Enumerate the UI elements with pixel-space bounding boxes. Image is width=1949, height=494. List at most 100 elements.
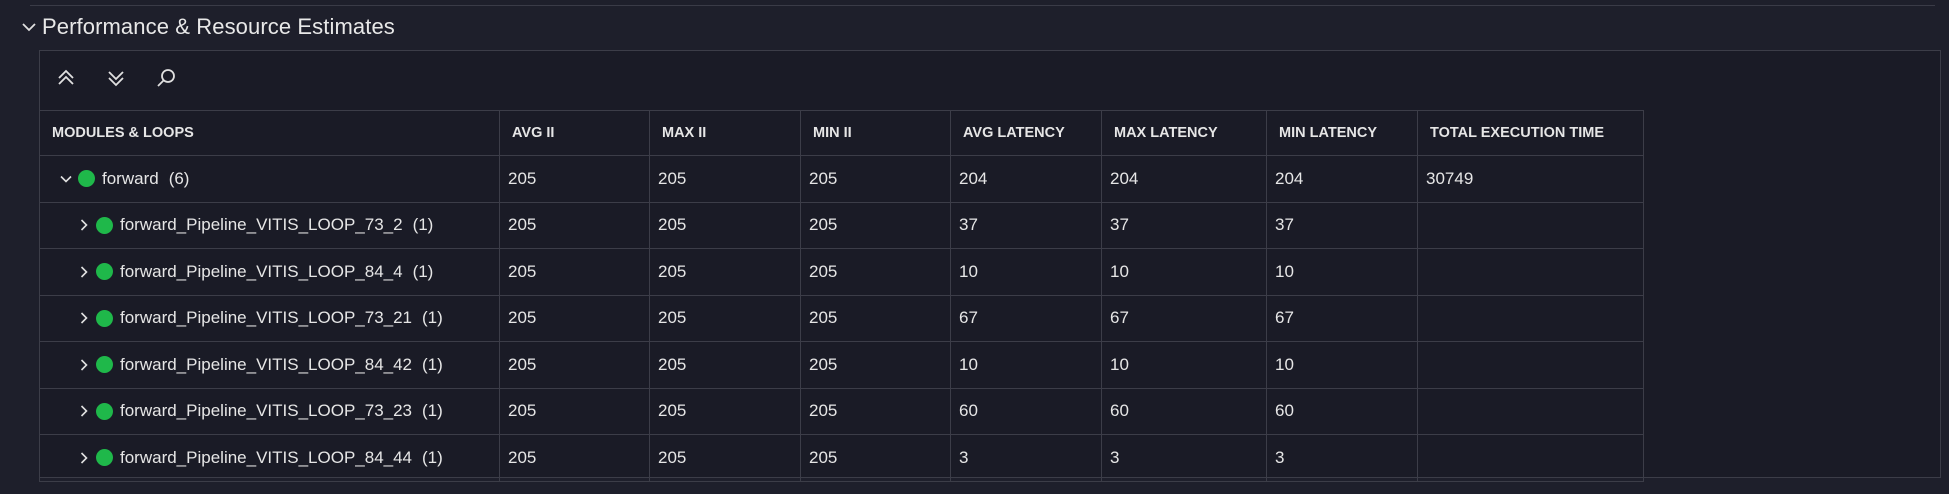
cell-avg-latency: 10 — [950, 341, 1102, 389]
table-row[interactable]: forward_Pipeline_VITIS_LOOP_84_42 (1) 20… — [39, 341, 1644, 389]
row-count: (1) — [422, 354, 443, 374]
column-header-max-ii[interactable]: MAX II — [649, 110, 801, 156]
row-count: (1) — [422, 401, 443, 421]
cell-avg-latency: 60 — [950, 387, 1102, 435]
table-row[interactable]: forward_Pipeline_VITIS_LOOP_84_4 (1) 205… — [39, 248, 1644, 296]
expand-all-icon — [105, 67, 127, 94]
cell-avg-ii: 205 — [499, 341, 650, 389]
row-name: forward_Pipeline_VITIS_LOOP_73_21 — [120, 308, 413, 328]
chevron-right-icon[interactable] — [76, 217, 92, 233]
status-ok-icon — [96, 263, 113, 281]
chevron-right-icon[interactable] — [76, 264, 92, 280]
column-header-avg-latency[interactable]: AVG LATENCY — [950, 110, 1102, 156]
collapse-all-icon — [55, 67, 77, 94]
cell-max-ii: 205 — [649, 341, 801, 389]
performance-table: MODULES & LOOPS AVG II MAX II MIN II AVG… — [39, 110, 1644, 482]
cell-max-ii: 205 — [649, 294, 801, 342]
cell-min-ii: 205 — [800, 341, 951, 389]
cell-min-ii: 205 — [800, 201, 951, 249]
cell-max-latency: 67 — [1101, 294, 1267, 342]
cell-min-ii: 205 — [800, 387, 951, 435]
cell-max-latency: 37 — [1101, 201, 1267, 249]
cell-max-ii: 205 — [649, 248, 801, 296]
cell-total-exec — [1417, 201, 1644, 249]
cell-avg-ii: 205 — [499, 201, 650, 249]
cell-max-latency: 204 — [1101, 155, 1267, 203]
column-header-modules[interactable]: MODULES & LOOPS — [39, 110, 500, 156]
table-row[interactable]: forward_Pipeline_VITIS_LOOP_84_44 (1) 20… — [39, 434, 1644, 482]
chevron-right-icon[interactable] — [76, 450, 92, 466]
cell-max-ii: 205 — [649, 387, 801, 435]
cell-total-exec — [1417, 248, 1644, 296]
section-title: Performance & Resource Estimates — [42, 14, 395, 39]
chevron-right-icon[interactable] — [76, 310, 92, 326]
column-header-max-latency[interactable]: MAX LATENCY — [1101, 110, 1267, 156]
chevron-right-icon[interactable] — [76, 357, 92, 373]
search-icon — [155, 67, 177, 94]
chevron-down-icon — [18, 16, 40, 38]
row-name: forward_Pipeline_VITIS_LOOP_84_42 — [120, 354, 413, 374]
cell-avg-ii: 205 — [499, 434, 650, 482]
row-name: forward_Pipeline_VITIS_LOOP_84_4 — [120, 261, 403, 281]
cell-max-latency: 3 — [1101, 434, 1267, 482]
cell-avg-latency: 67 — [950, 294, 1102, 342]
cell-min-latency: 37 — [1266, 201, 1418, 249]
column-header-total-exec[interactable]: TOTAL EXECUTION TIME — [1417, 110, 1644, 156]
row-count: (1) — [412, 261, 434, 281]
cell-min-latency: 3 — [1266, 434, 1418, 482]
cell-min-ii: 205 — [800, 434, 951, 482]
cell-total-exec: 30749 — [1417, 155, 1644, 203]
cell-total-exec — [1417, 434, 1644, 482]
cell-avg-ii: 205 — [499, 294, 650, 342]
cell-max-ii: 205 — [649, 434, 801, 482]
status-ok-icon — [78, 170, 95, 188]
row-name: forward_Pipeline_VITIS_LOOP_84_44 — [120, 447, 413, 467]
cell-max-latency: 10 — [1101, 248, 1267, 296]
chevron-down-icon[interactable] — [58, 171, 74, 187]
row-count: (1) — [412, 215, 434, 235]
cell-min-ii: 205 — [800, 155, 951, 203]
cell-total-exec — [1417, 294, 1644, 342]
status-ok-icon — [96, 402, 113, 420]
cell-min-ii: 205 — [800, 294, 951, 342]
status-ok-icon — [96, 309, 113, 327]
cell-min-latency: 67 — [1266, 294, 1418, 342]
toolbar — [40, 51, 1940, 110]
cell-max-ii: 205 — [649, 201, 801, 249]
cell-total-exec — [1417, 341, 1644, 389]
status-ok-icon — [96, 449, 113, 467]
search-button[interactable] — [152, 67, 180, 95]
cell-min-latency: 204 — [1266, 155, 1418, 203]
collapse-all-button[interactable] — [52, 67, 80, 95]
column-header-min-ii[interactable]: MIN II — [800, 110, 951, 156]
row-count: (1) — [422, 447, 443, 467]
section-header-toggle[interactable]: Performance & Resource Estimates — [18, 12, 395, 42]
chevron-right-icon[interactable] — [76, 403, 92, 419]
table-row[interactable]: forward_Pipeline_VITIS_LOOP_73_2 (1) 205… — [39, 201, 1644, 249]
table-row[interactable]: forward_Pipeline_VITIS_LOOP_73_21 (1) 20… — [39, 294, 1644, 342]
cell-min-latency: 60 — [1266, 387, 1418, 435]
performance-panel: MODULES & LOOPS AVG II MAX II MIN II AVG… — [39, 50, 1941, 482]
cell-avg-ii: 205 — [499, 248, 650, 296]
cell-avg-latency: 204 — [950, 155, 1102, 203]
cell-avg-ii: 205 — [499, 155, 650, 203]
column-header-avg-ii[interactable]: AVG II — [499, 110, 650, 156]
row-count: (1) — [422, 308, 443, 328]
cell-avg-latency: 37 — [950, 201, 1102, 249]
cell-max-latency: 10 — [1101, 341, 1267, 389]
section-divider — [30, 5, 1935, 6]
column-header-min-latency[interactable]: MIN LATENCY — [1266, 110, 1418, 156]
table-row[interactable]: forward (6) 205 205 205 204 204 204 3074… — [39, 155, 1644, 203]
cell-min-latency: 10 — [1266, 341, 1418, 389]
status-ok-icon — [96, 356, 113, 374]
cell-total-exec — [1417, 387, 1644, 435]
row-name: forward — [102, 168, 159, 188]
cell-min-ii: 205 — [800, 248, 951, 296]
cell-max-latency: 60 — [1101, 387, 1267, 435]
status-ok-icon — [96, 216, 113, 234]
expand-all-button[interactable] — [102, 67, 130, 95]
table-row[interactable]: forward_Pipeline_VITIS_LOOP_73_23 (1) 20… — [39, 387, 1644, 435]
cell-avg-ii: 205 — [499, 387, 650, 435]
cell-min-latency: 10 — [1266, 248, 1418, 296]
cell-avg-latency: 10 — [950, 248, 1102, 296]
